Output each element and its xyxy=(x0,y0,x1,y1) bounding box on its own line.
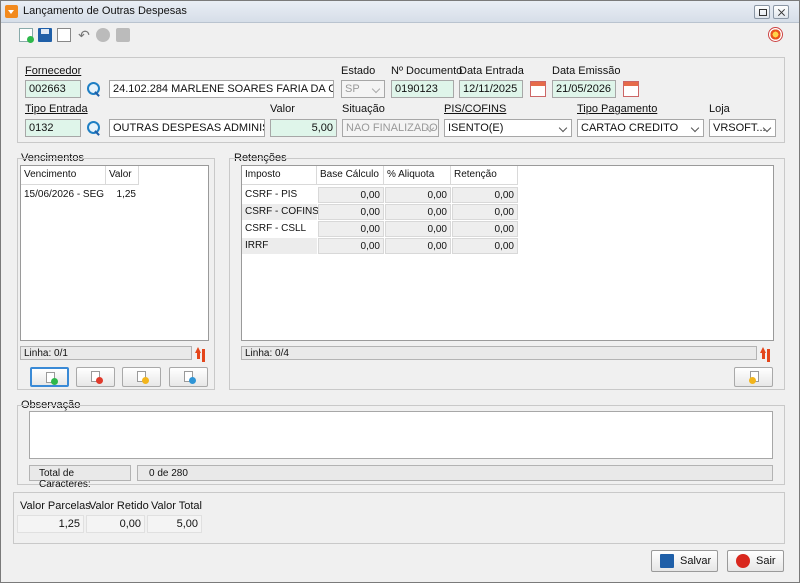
col-valor[interactable]: Valor xyxy=(106,166,139,185)
base-cell[interactable]: 0,00 xyxy=(318,221,384,237)
tipo-entrada-code-field[interactable]: 0132 xyxy=(25,119,81,137)
undo-icon[interactable]: ↶ xyxy=(77,28,91,42)
add-vencimento-button[interactable] xyxy=(30,367,69,387)
cancel-icon[interactable] xyxy=(96,28,110,42)
aliquota-cell[interactable]: 0,00 xyxy=(385,187,451,203)
estado-select[interactable]: SP xyxy=(341,80,385,98)
documento-field[interactable]: 0190123 xyxy=(391,80,454,98)
edit-dot-icon xyxy=(142,377,149,384)
help-icon[interactable] xyxy=(768,27,783,42)
remove-vencimento-button[interactable] xyxy=(76,367,115,387)
save-icon[interactable] xyxy=(38,28,52,42)
aliquota-cell[interactable]: 0,00 xyxy=(385,204,451,220)
fornecedor-label: Fornecedor xyxy=(25,65,82,77)
sair-button[interactable]: Sair xyxy=(727,550,784,572)
view-dot-icon xyxy=(189,377,196,384)
vencimento-cell[interactable]: 15/06/2026 - SEG xyxy=(21,187,106,203)
retencao-cell[interactable]: 0,00 xyxy=(452,238,518,254)
valor-label: Valor xyxy=(270,103,295,115)
data-emissao-calendar-icon[interactable] xyxy=(623,81,639,97)
tipo-entrada-label: Tipo Entrada xyxy=(25,103,88,115)
tipo-entrada-name-field[interactable]: OUTRAS DESPESAS ADMINISTRATIVA xyxy=(109,119,265,137)
loja-label: Loja xyxy=(709,103,730,115)
retencoes-status: Linha: 0/4 xyxy=(241,346,757,360)
minus-dot-icon xyxy=(96,377,103,384)
col-base-calculo[interactable]: Base Cálculo xyxy=(317,166,384,185)
retencao-cell[interactable]: 0,00 xyxy=(452,221,518,237)
data-entrada-label: Data Entrada xyxy=(459,65,524,77)
edit-retencao-button[interactable] xyxy=(734,367,773,387)
tipo-pagamento-label: Tipo Pagamento xyxy=(577,103,658,115)
valor-total-label: Valor Total xyxy=(151,500,202,512)
sort-icon[interactable] xyxy=(194,346,208,360)
save-icon xyxy=(660,554,674,568)
valor-total-value: 5,00 xyxy=(147,515,202,533)
edit-dot-icon xyxy=(749,377,756,384)
col-vencimento[interactable]: Vencimento xyxy=(21,166,106,185)
documento-label: Nº Documento xyxy=(391,65,463,77)
valor-parcelas-label: Valor Parcelas xyxy=(20,500,91,512)
aliquota-cell[interactable]: 0,00 xyxy=(385,238,451,254)
retencao-cell[interactable]: 0,00 xyxy=(452,187,518,203)
valor-retido-label: Valor Retido xyxy=(89,500,149,512)
valor-parcelas-value: 1,25 xyxy=(17,515,84,533)
vencimentos-grid[interactable]: Vencimento Valor 15/06/2026 - SEG 1,25 xyxy=(20,165,209,341)
plus-dot-icon xyxy=(51,378,58,385)
close-button[interactable] xyxy=(773,5,789,19)
valor-field[interactable]: 5,00 xyxy=(270,119,337,137)
sort-icon[interactable] xyxy=(759,346,773,360)
observacao-textarea[interactable] xyxy=(29,411,773,459)
window-title: Lançamento de Outras Despesas xyxy=(23,5,187,17)
col-retencao[interactable]: Retenção xyxy=(451,166,518,185)
imposto-cell[interactable]: CSRF - PIS xyxy=(242,187,317,203)
fornecedor-code-field[interactable]: 002663 xyxy=(25,80,81,98)
situacao-label: Situação xyxy=(342,103,385,115)
valor-cell[interactable]: 1,25 xyxy=(106,187,139,203)
view-vencimento-button[interactable] xyxy=(169,367,208,387)
window: Lançamento de Outras Despesas ↶ Forneced… xyxy=(0,0,800,583)
situacao-select[interactable]: NAO FINALIZADO xyxy=(342,119,439,137)
pis-cofins-select[interactable]: ISENTO(E) xyxy=(444,119,572,137)
tipo-pagamento-select[interactable]: CARTAO CREDITO xyxy=(577,119,704,137)
col-imposto[interactable]: Imposto xyxy=(242,166,317,185)
exit-icon xyxy=(736,554,750,568)
salvar-button-label: Salvar xyxy=(680,555,712,567)
sair-button-label: Sair xyxy=(756,555,776,567)
title-bar: Lançamento de Outras Despesas xyxy=(1,1,799,23)
imposto-cell[interactable]: IRRF xyxy=(242,238,317,254)
estado-label: Estado xyxy=(341,65,376,77)
total-caracteres-value: 0 de 280 xyxy=(137,465,773,481)
loja-select[interactable]: VRSOFT... xyxy=(709,119,776,137)
edit-vencimento-button[interactable] xyxy=(122,367,161,387)
app-icon[interactable] xyxy=(5,5,18,18)
retencoes-grid[interactable]: Imposto Base Cálculo % Aliquota Retenção… xyxy=(241,165,774,341)
imposto-cell[interactable]: CSRF - CSLL xyxy=(242,221,317,237)
base-cell[interactable]: 0,00 xyxy=(318,187,384,203)
fornecedor-search-icon[interactable] xyxy=(85,80,103,98)
restore-button[interactable] xyxy=(754,5,770,19)
total-caracteres-label: Total de Caracteres: xyxy=(29,465,131,490)
retencao-cell[interactable]: 0,00 xyxy=(452,204,518,220)
aliquota-cell[interactable]: 0,00 xyxy=(385,221,451,237)
vencimentos-status: Linha: 0/1 xyxy=(20,346,192,360)
fornecedor-name-field[interactable]: 24.102.284 MARLENE SOARES FARIA DA COSTA xyxy=(109,80,334,98)
base-cell[interactable]: 0,00 xyxy=(318,204,384,220)
copy-icon[interactable] xyxy=(57,28,71,42)
data-emissao-label: Data Emissão xyxy=(552,65,621,77)
col-aliquota[interactable]: % Aliquota xyxy=(384,166,451,185)
imposto-cell[interactable]: CSRF - COFINS xyxy=(242,204,319,220)
new-icon[interactable] xyxy=(19,28,34,43)
salvar-button[interactable]: Salvar xyxy=(651,550,718,572)
valor-retido-value: 0,00 xyxy=(86,515,145,533)
data-emissao-field[interactable]: 21/05/2026 xyxy=(552,80,616,98)
data-entrada-field[interactable]: 12/11/2025 xyxy=(459,80,523,98)
base-cell[interactable]: 0,00 xyxy=(318,238,384,254)
data-entrada-calendar-icon[interactable] xyxy=(530,81,546,97)
print-icon[interactable] xyxy=(116,28,130,42)
tipo-entrada-search-icon[interactable] xyxy=(85,119,103,137)
pis-cofins-label: PIS/COFINS xyxy=(444,103,507,115)
